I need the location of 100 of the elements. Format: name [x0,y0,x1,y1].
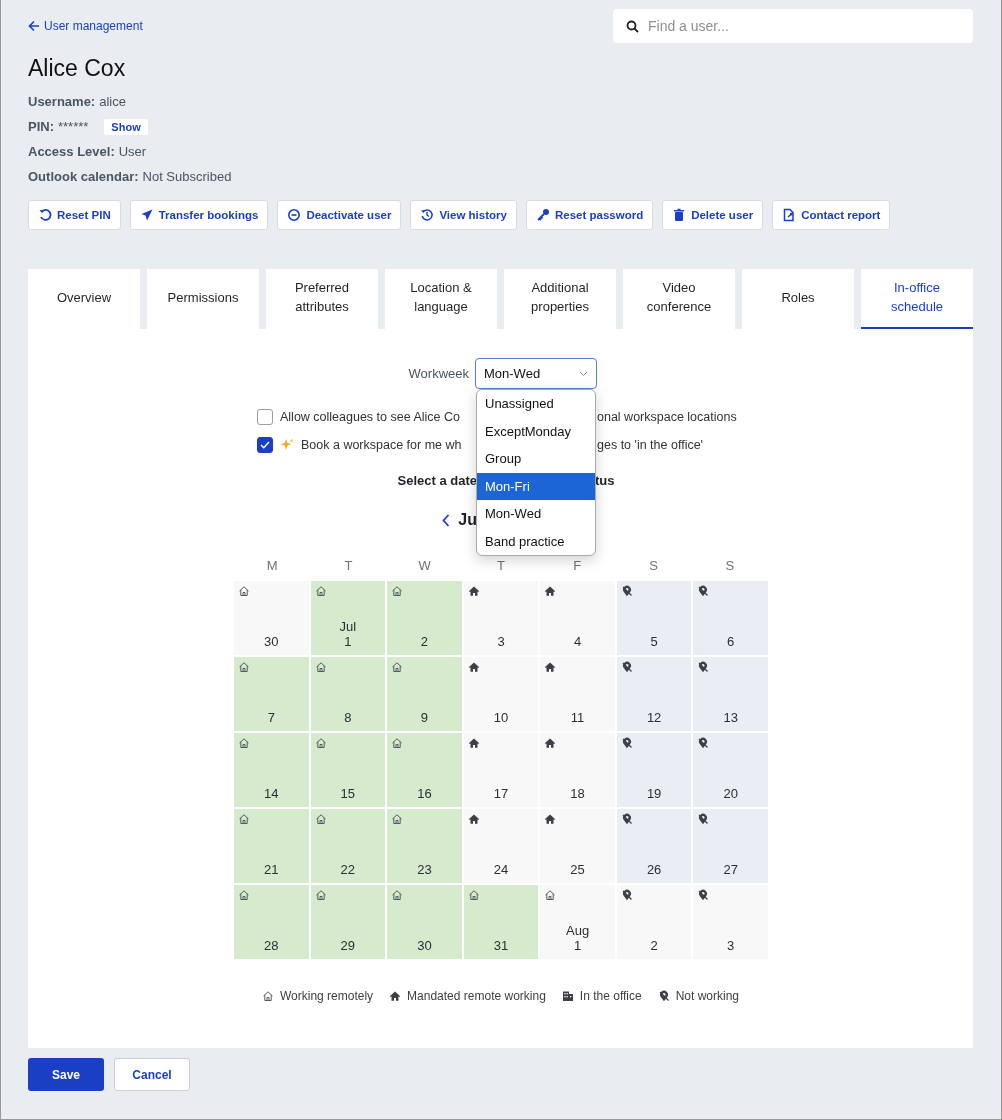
tab[interactable]: Roles [742,269,854,329]
day-number: 8 [344,710,352,725]
calendar-heading: Select a date [396,473,477,488]
calendar-day[interactable]: Jul 1 [310,581,386,655]
month-label: Aug [566,923,590,938]
calendar-day[interactable]: 7 [234,657,309,731]
calendar-day[interactable]: 3 [693,885,768,959]
calendar-day[interactable]: 14 [234,733,309,807]
dropdown-option[interactable]: ExceptMonday [477,417,595,445]
dropdown-option[interactable]: Unassigned [477,390,595,418]
calendar-day[interactable]: 28 [234,885,309,959]
action-button[interactable]: View history [410,200,517,230]
weekday-label: S [648,558,659,573]
info-value: User [118,144,147,159]
document-arrow-icon [782,208,797,222]
dropdown-option[interactable]: Mon-Fri [477,472,595,500]
dropdown-option[interactable]: Mon-Wed [477,500,595,528]
calendar-day[interactable]: 9 [387,657,462,731]
action-button[interactable]: Transfer bookings [129,200,269,230]
calendar-day[interactable]: 16 [387,733,462,807]
calendar-day[interactable]: 31 [463,885,539,959]
calendar-day[interactable]: 12 [616,657,692,731]
info-label: Outlook calendar: [28,169,139,184]
house-outline-icon [238,661,250,673]
action-button[interactable]: Delete user [662,200,764,230]
house-outline-icon [261,990,274,1002]
workweek-select[interactable]: Mon-Wed [475,358,597,389]
cancel-button[interactable]: Cancel [114,1058,190,1091]
calendar-day[interactable]: Aug 1 [540,885,615,959]
calendar-day[interactable]: 17 [463,733,539,807]
day-number: 30 [417,938,432,953]
house-outline-icon [391,585,404,597]
calendar-day[interactable]: 22 [310,809,386,883]
calendar-day[interactable]: 3 [463,581,539,655]
calendar-day[interactable]: 11 [540,657,615,731]
weekday-label: T [343,558,354,573]
day-number: 18 [570,786,585,801]
calendar-day[interactable]: 24 [463,809,539,883]
chevron-down-icon [579,370,588,377]
day-number: 1 [344,634,352,649]
calendar-day[interactable]: 8 [310,657,386,731]
search-field[interactable]: Find a user... [613,9,973,43]
chevron-left-icon[interactable] [442,513,451,527]
tab[interactable]: Permissions [147,269,259,329]
calendar-day[interactable]: 21 [234,809,309,883]
calendar-day[interactable]: 29 [310,885,386,959]
info-label: Username: [28,94,96,109]
calendar-day[interactable]: 13 [693,657,768,731]
action-button[interactable]: Deactivate user [277,200,402,230]
checkbox-label: onal workspace locations [596,410,738,424]
tab[interactable]: Video conference [623,269,735,329]
legend-label: Not working [675,989,740,1003]
calendar-day[interactable]: 2 [387,581,462,655]
calendar-day[interactable]: 19 [616,733,692,807]
history-icon [420,208,435,222]
calendar-day[interactable]: 26 [616,809,692,883]
dropdown-option[interactable]: Group [477,445,595,473]
save-button[interactable]: Save [28,1058,104,1091]
calendar-day[interactable]: 10 [463,657,539,731]
day-number: 19 [646,786,662,801]
key-icon [535,208,550,222]
house-outline-icon [238,737,250,749]
tab[interactable]: Location & language [385,269,497,329]
calendar-day[interactable]: 25 [540,809,615,883]
tab[interactable]: In-office schedule [861,269,973,329]
tab[interactable]: Overview [28,269,140,329]
calendar-day[interactable]: 30 [234,581,309,655]
calendar-day[interactable]: 30 [387,885,462,959]
tab[interactable]: Additional properties [504,269,616,329]
checkbox[interactable] [257,437,273,453]
house-outline-icon [314,813,327,825]
calendar-day[interactable]: 5 [616,581,692,655]
checkbox-label: Book a workspace for me wh [301,438,462,452]
action-button[interactable]: Reset password [525,200,654,230]
calendar-day[interactable]: 27 [693,809,768,883]
tab[interactable]: Preferred attributes [266,269,378,329]
weekday-label: F [572,558,583,573]
action-button[interactable]: Reset PIN [28,200,121,230]
calendar-day[interactable]: 23 [387,809,462,883]
calendar-day[interactable]: 20 [693,733,768,807]
day-number: 29 [340,938,356,953]
house-outline-icon [391,889,404,901]
day-number: 9 [420,710,429,725]
calendar-day[interactable]: 6 [693,581,768,655]
house-icon [544,737,557,749]
calendar-day[interactable]: 4 [540,581,615,655]
show-button[interactable]: Show [104,118,148,135]
weekday-label: W [417,558,432,573]
house-icon [544,585,557,597]
calendar-day[interactable]: 18 [540,733,615,807]
calendar-day[interactable]: 2 [616,885,692,959]
calendar-day[interactable]: 15 [310,733,386,807]
back-link[interactable]: User management [28,19,143,33]
dropdown-option[interactable]: Band practice [477,527,595,555]
house-icon [467,585,480,597]
pin-slash-icon [697,813,710,825]
day-number: 15 [340,786,356,801]
action-button[interactable]: Contact report [772,200,891,230]
weekday-label: S [724,558,736,573]
checkbox[interactable] [257,409,273,425]
